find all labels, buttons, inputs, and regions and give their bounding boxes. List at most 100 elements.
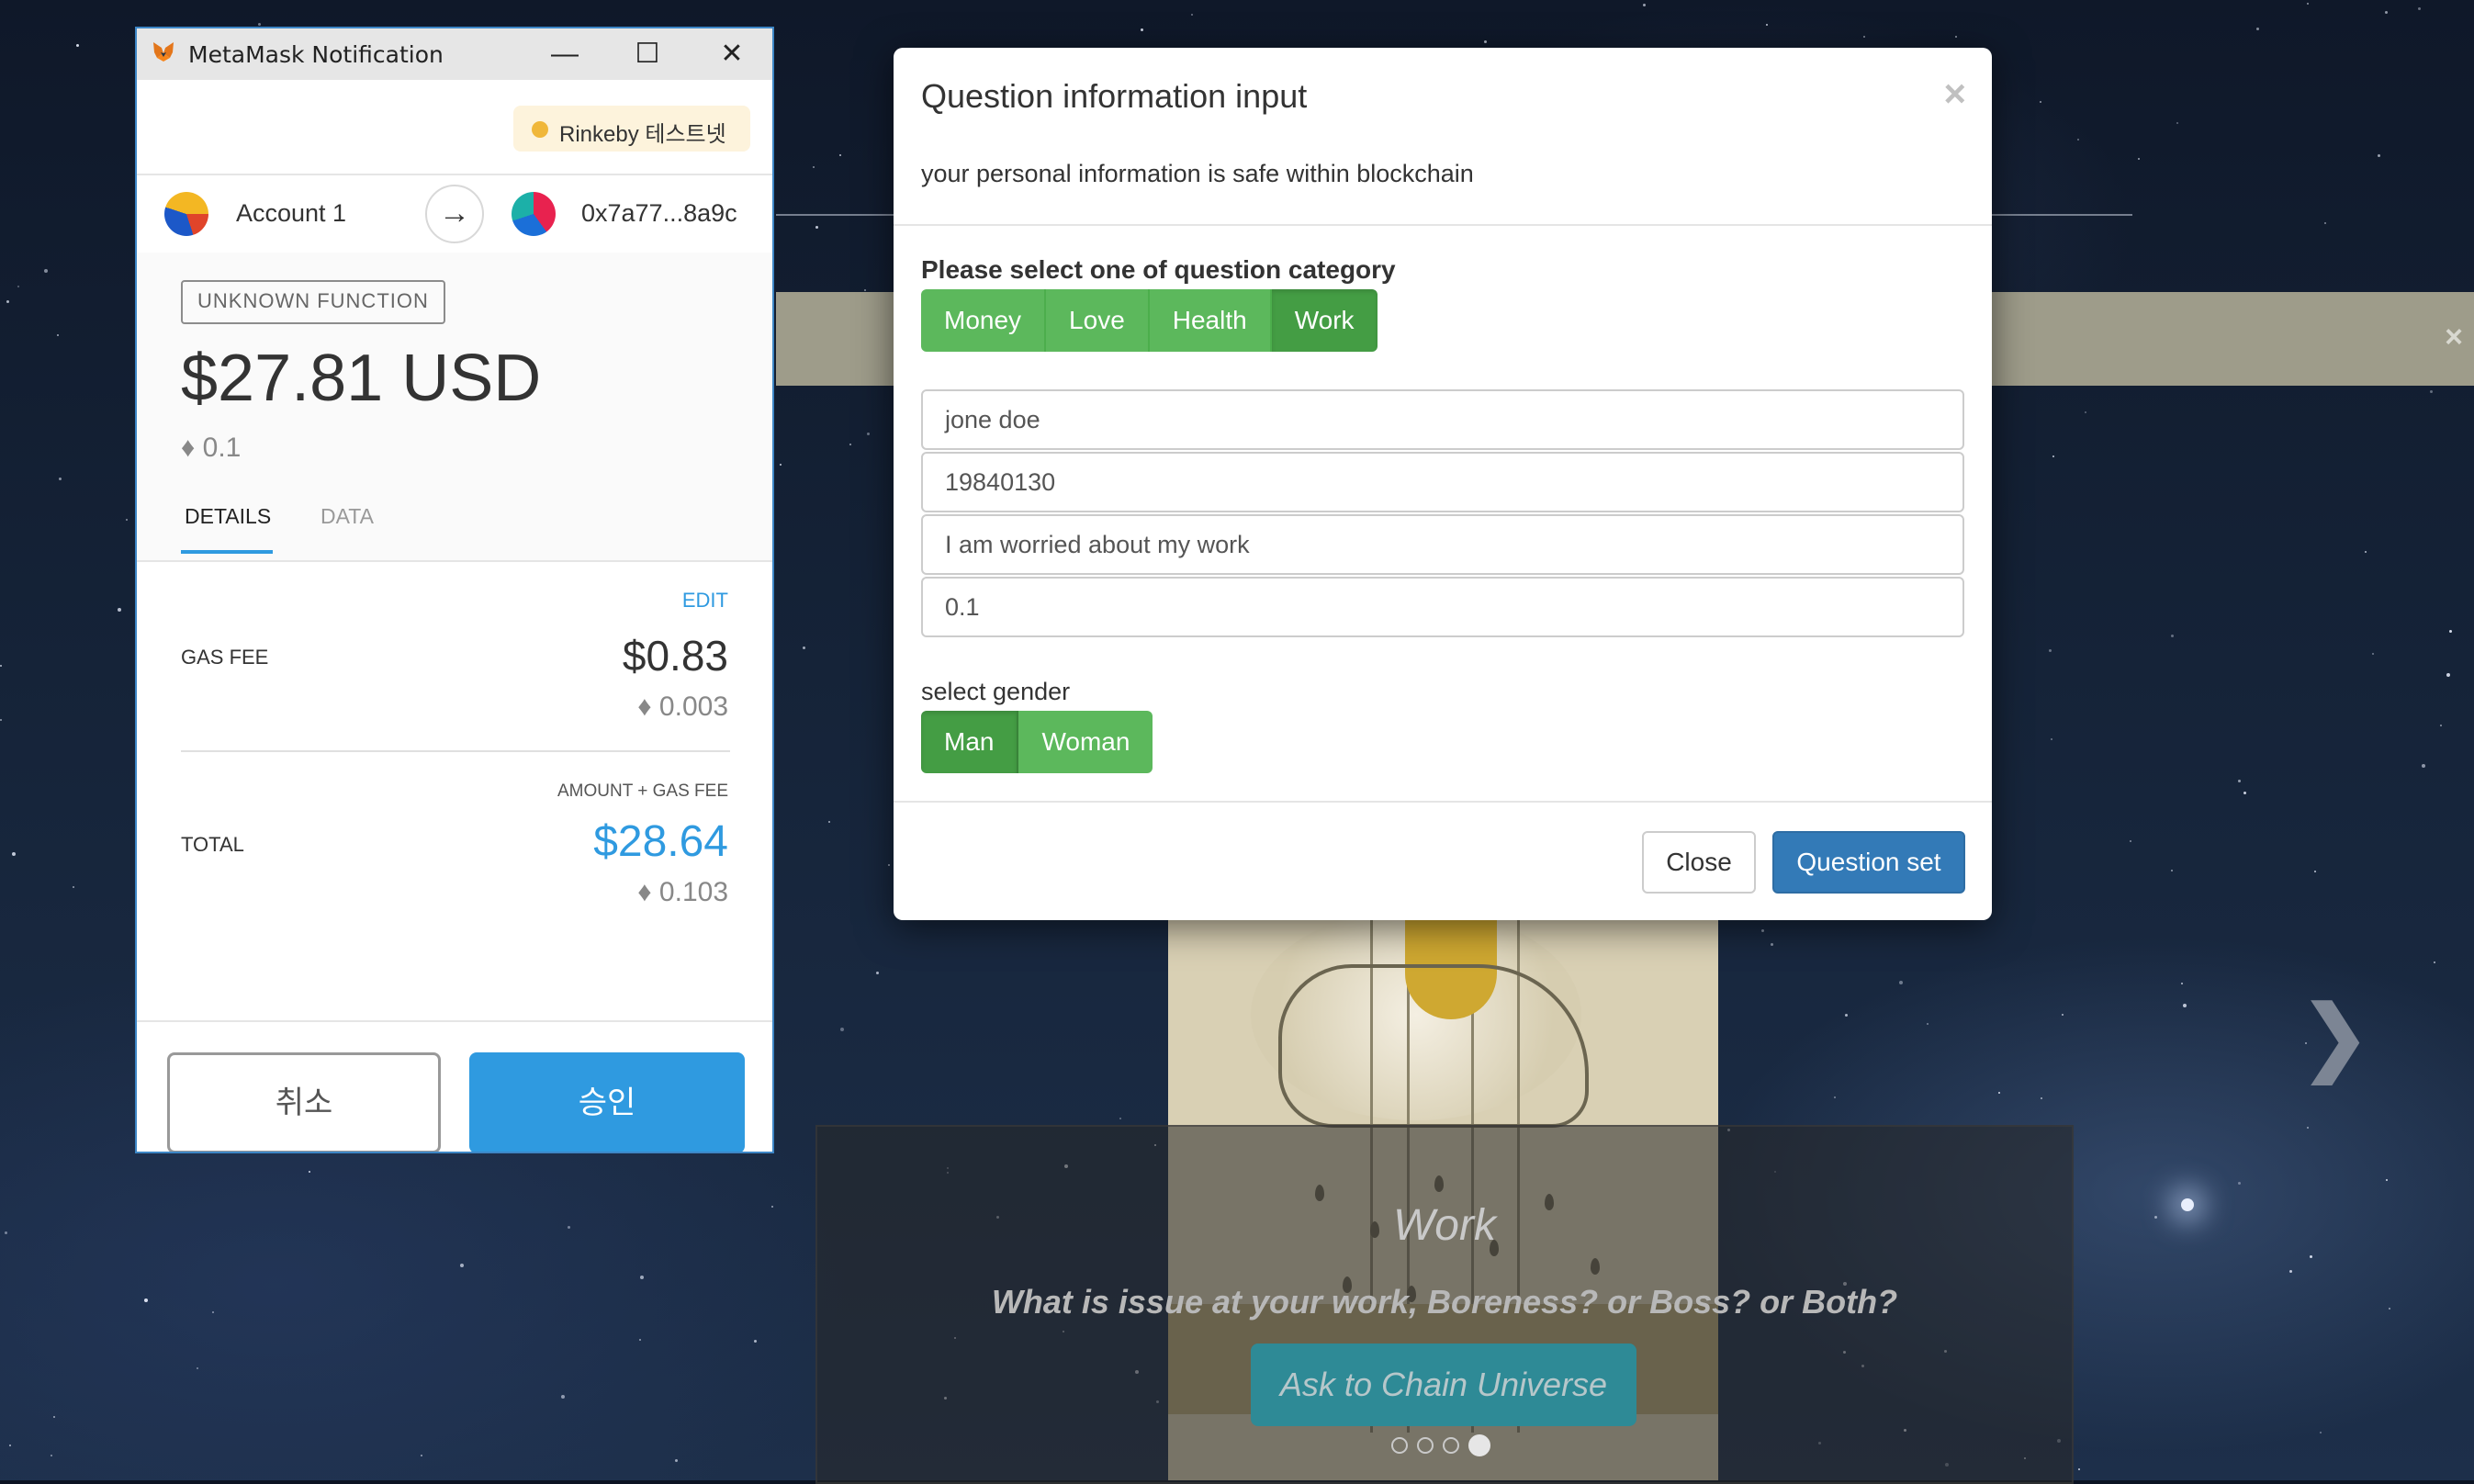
star [2052, 455, 2054, 457]
to-address: 0x7a77...8a9c [581, 199, 737, 227]
close-icon[interactable]: ✕ [690, 28, 772, 80]
star [1863, 36, 1865, 38]
star [126, 519, 128, 521]
ask-chain-universe-button[interactable]: Ask to Chain Universe [1251, 1343, 1636, 1426]
star [5, 1231, 7, 1234]
star [2077, 139, 2079, 141]
gender-woman-button[interactable]: Woman [1018, 711, 1153, 773]
carousel-indicator-active[interactable] [1468, 1434, 1490, 1456]
star [1834, 1096, 1836, 1098]
star [1761, 929, 1764, 932]
card-hand [1278, 964, 1589, 1128]
star [2365, 551, 2367, 553]
star [2176, 122, 2178, 124]
star [460, 1264, 464, 1267]
star [2389, 1308, 2390, 1310]
from-account-name: Account 1 [236, 199, 347, 227]
network-indicator[interactable]: Rinkeby 테스트넷 [513, 106, 750, 152]
gender-label: select gender [921, 678, 1071, 705]
star [2171, 635, 2174, 637]
category-money-button[interactable]: Money [921, 289, 1047, 352]
modal-subtitle: your personal information is safe within… [921, 160, 1474, 187]
maximize-icon[interactable]: ☐ [605, 28, 690, 80]
star [2130, 840, 2131, 842]
star [1766, 24, 1768, 26]
star [309, 1171, 310, 1173]
star [876, 972, 879, 974]
category-label: Please select one of question category [921, 255, 1396, 284]
metamask-fox-icon [153, 42, 174, 62]
star [197, 1367, 198, 1369]
star [59, 478, 62, 480]
star [2051, 738, 2052, 740]
star [2238, 780, 2241, 782]
question-input-value: I am worried about my work [945, 531, 1250, 558]
amount-usd: $27.81 USD [181, 342, 542, 415]
footer-divider [137, 1020, 772, 1022]
star [2386, 1179, 2388, 1181]
amount-eth: ♦ 0.1 [181, 433, 242, 463]
star [1643, 4, 1646, 6]
gas-fee-eth: ♦ 0.003 [637, 691, 728, 722]
close-button[interactable]: Close [1642, 831, 1756, 894]
question-input[interactable]: I am worried about my work [921, 514, 1964, 575]
star [780, 464, 782, 466]
star [1845, 1014, 1848, 1017]
star [2446, 673, 2450, 677]
star [813, 166, 815, 168]
tab-details[interactable]: DETAILS [185, 504, 271, 529]
cancel-button[interactable]: 취소 [167, 1052, 441, 1152]
carousel-indicator[interactable] [1391, 1437, 1408, 1454]
star [2307, 1127, 2309, 1129]
category-love-button[interactable]: Love [1046, 289, 1150, 352]
star [2320, 1432, 2322, 1433]
birthdate-input[interactable]: 19840130 [921, 452, 1964, 512]
star [2078, 1468, 2080, 1470]
window-titlebar[interactable]: MetaMask Notification — ☐ ✕ [137, 28, 772, 80]
star [815, 226, 818, 229]
star [2440, 725, 2442, 726]
carousel-indicator[interactable] [1417, 1437, 1434, 1454]
star [2289, 1270, 2292, 1273]
star [828, 821, 830, 823]
gender-button-group: Man Woman [921, 711, 1153, 773]
star [2154, 1216, 2157, 1219]
category-work-button[interactable]: Work [1271, 289, 1378, 352]
edit-gas-link[interactable]: EDIT [682, 589, 728, 613]
category-health-button[interactable]: Health [1149, 289, 1272, 352]
amount-input[interactable]: 0.1 [921, 577, 1964, 637]
star [2085, 411, 2086, 413]
star [76, 44, 79, 47]
question-set-button[interactable]: Question set [1772, 831, 1965, 894]
birthdate-input-value: 19840130 [945, 468, 1056, 496]
account-transfer-row: Account 1 → 0x7a77...8a9c [137, 174, 772, 254]
star [212, 1311, 214, 1313]
details-divider [181, 750, 730, 752]
gas-fee-usd: $0.83 [622, 632, 728, 680]
tab-data[interactable]: DATA [320, 504, 374, 529]
star [1927, 1023, 1929, 1025]
star [2378, 154, 2380, 157]
star [2324, 222, 2326, 224]
star [118, 608, 121, 612]
carousel-indicator[interactable] [1443, 1437, 1459, 1454]
star [12, 852, 16, 856]
amount-plus-gas-label: AMOUNT + GAS FEE [557, 781, 728, 801]
bright-star [2181, 1198, 2194, 1211]
star [53, 1416, 55, 1418]
arrow-right-icon: → [425, 185, 484, 243]
star [9, 1445, 11, 1446]
network-name: Rinkeby 테스트넷 [559, 122, 726, 147]
gas-fee-label: GAS FEE [181, 646, 269, 669]
carousel-next-icon[interactable]: ❯ [2300, 988, 2369, 1085]
minimize-icon[interactable]: — [523, 28, 607, 80]
star [2434, 961, 2435, 963]
confirm-button[interactable]: 승인 [469, 1052, 745, 1152]
carousel-indicators [1391, 1434, 1490, 1459]
modal-footer-divider [894, 801, 1992, 803]
name-input[interactable]: jone doe [921, 389, 1964, 450]
gender-man-button[interactable]: Man [921, 711, 1019, 773]
modal-close-icon[interactable]: × [1943, 72, 1966, 116]
star [17, 286, 19, 287]
alert-close-icon[interactable]: × [2445, 320, 2463, 355]
